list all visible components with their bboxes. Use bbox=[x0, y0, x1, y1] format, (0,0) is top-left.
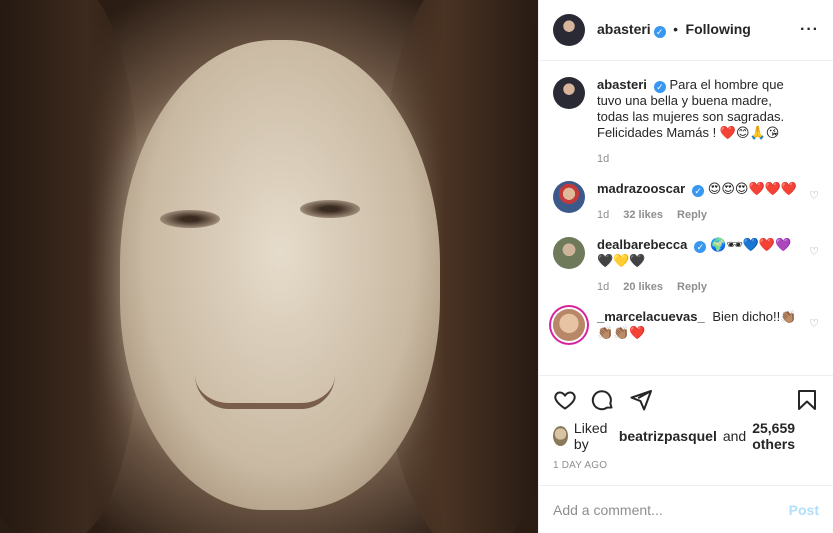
avatar[interactable] bbox=[553, 14, 585, 46]
caption-avatar[interactable] bbox=[553, 77, 585, 109]
caption-meta: 1d bbox=[597, 151, 801, 167]
photo-mouth bbox=[195, 375, 335, 409]
comment-item: _marcelacuevas_ Bien dicho!!👏🏽👏🏽👏🏽❤️ ♡ bbox=[553, 309, 819, 341]
reply-button[interactable]: Reply bbox=[677, 279, 707, 295]
comment-body: madrazooscar ✓ 😍😍😍❤️❤️❤️ 1d 32 likes Repl… bbox=[597, 181, 819, 223]
comment-input[interactable]: Add a comment... bbox=[553, 502, 663, 518]
photo-hair-left bbox=[0, 0, 140, 533]
reply-button[interactable]: Reply bbox=[677, 207, 707, 223]
header-separator: • bbox=[673, 21, 679, 37]
caption-username[interactable]: abasteri bbox=[597, 77, 647, 92]
likes-summary: Liked by beatrizpasquel and 25,659 other… bbox=[553, 420, 819, 452]
liker-avatar[interactable] bbox=[553, 426, 568, 446]
comment-avatar[interactable] bbox=[553, 309, 585, 341]
comments-list[interactable]: abasteri ✓ Para el hombre que tuvo una be… bbox=[539, 61, 833, 375]
heart-icon[interactable] bbox=[553, 388, 577, 412]
comment-body: _marcelacuevas_ Bien dicho!!👏🏽👏🏽👏🏽❤️ bbox=[597, 309, 819, 341]
share-icon[interactable] bbox=[629, 388, 653, 412]
caption-body: abasteri ✓ Para el hombre que tuvo una be… bbox=[597, 77, 819, 167]
verified-badge-icon: ✓ bbox=[653, 26, 666, 38]
photo-face bbox=[120, 40, 440, 510]
comment-likes[interactable]: 32 likes bbox=[623, 207, 663, 223]
verified-badge-icon: ✓ bbox=[692, 185, 705, 197]
action-icons bbox=[553, 382, 819, 418]
following-button[interactable]: Following bbox=[686, 21, 751, 37]
post-sidebar: abasteri ✓ • Following ··· abasteri ✓ Para… bbox=[538, 0, 833, 533]
bookmark-icon[interactable] bbox=[795, 388, 819, 412]
instagram-post: abasteri ✓ • Following ··· abasteri ✓ Para… bbox=[0, 0, 833, 533]
photo-eye-left bbox=[160, 210, 220, 228]
comment-avatar[interactable] bbox=[553, 237, 585, 269]
comment-avatar[interactable] bbox=[553, 181, 585, 213]
comment-icon[interactable] bbox=[591, 388, 615, 412]
post-photo[interactable] bbox=[0, 0, 538, 533]
post-button[interactable]: Post bbox=[789, 502, 819, 518]
verified-badge-icon: ✓ bbox=[653, 81, 666, 93]
post-header: abasteri ✓ • Following ··· bbox=[539, 0, 833, 61]
caption: abasteri ✓ Para el hombre que tuvo una be… bbox=[553, 77, 819, 167]
header-username[interactable]: abasteri bbox=[597, 21, 651, 37]
like-comment-heart-icon[interactable]: ♡ bbox=[809, 245, 819, 258]
comment-text: 😍😍😍❤️❤️❤️ bbox=[707, 181, 797, 196]
likes-and: and bbox=[722, 428, 747, 444]
comment-username[interactable]: dealbarebecca bbox=[597, 237, 687, 252]
comment-body: dealbarebecca ✓ 🌍🕶💙❤️💜🖤💛🖤 1d 20 likes Rep… bbox=[597, 237, 819, 295]
comment-likes[interactable]: 20 likes bbox=[623, 279, 663, 295]
add-comment-bar: Add a comment... Post bbox=[539, 485, 833, 533]
more-options-icon[interactable]: ··· bbox=[800, 21, 819, 39]
liker-username[interactable]: beatrizpasquel bbox=[619, 428, 717, 444]
like-comment-heart-icon[interactable]: ♡ bbox=[809, 189, 819, 202]
comment-item: madrazooscar ✓ 😍😍😍❤️❤️❤️ 1d 32 likes Repl… bbox=[553, 181, 819, 223]
caption-time[interactable]: 1d bbox=[597, 151, 609, 167]
comment-time[interactable]: 1d bbox=[597, 207, 609, 223]
likes-count[interactable]: 25,659 others bbox=[752, 420, 819, 452]
post-actions: Liked by beatrizpasquel and 25,659 other… bbox=[539, 375, 833, 485]
verified-badge-icon: ✓ bbox=[694, 241, 707, 253]
comment-time[interactable]: 1d bbox=[597, 279, 609, 295]
post-time[interactable]: 1 DAY AGO bbox=[553, 460, 819, 485]
comment-username[interactable]: madrazooscar bbox=[597, 181, 685, 196]
comment-meta: 1d 20 likes Reply bbox=[597, 279, 801, 295]
comment-meta: 1d 32 likes Reply bbox=[597, 207, 801, 223]
likes-prefix: Liked by bbox=[573, 420, 608, 452]
header-user: abasteri ✓ • Following bbox=[597, 21, 751, 39]
photo-eye-right bbox=[300, 200, 360, 218]
like-comment-heart-icon[interactable]: ♡ bbox=[809, 317, 819, 330]
comment-item: dealbarebecca ✓ 🌍🕶💙❤️💜🖤💛🖤 1d 20 likes Rep… bbox=[553, 237, 819, 295]
comment-username[interactable]: _marcelacuevas_ bbox=[597, 309, 705, 324]
